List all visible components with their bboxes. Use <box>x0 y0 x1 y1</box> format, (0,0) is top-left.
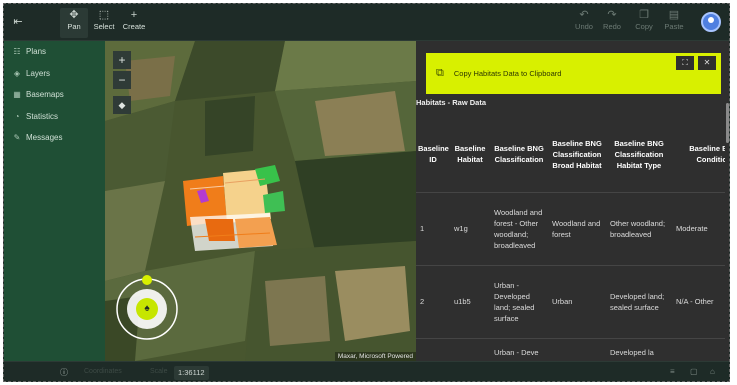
table-cell: 1 <box>416 192 450 266</box>
copy-banner-label: Copy Habitats Data to Clipboard <box>453 69 562 78</box>
exit-button[interactable]: ⇤ <box>8 8 28 38</box>
table-cell <box>416 338 450 361</box>
zoom-in-button[interactable]: + <box>113 51 131 69</box>
sidebar: ☷ Plans ◈ Layers ▦ Basemaps ◔ Statistics… <box>4 41 105 361</box>
scale-label: Scale <box>150 368 168 375</box>
select-box-icon: ⬚ <box>98 9 110 21</box>
undo-label: Undo <box>575 22 593 31</box>
table-cell: Urban - Deve <box>490 338 548 361</box>
table-cell: Other woodland; broadleaved <box>606 192 672 266</box>
table-cell: Moderate <box>672 192 725 266</box>
table-cell: w1g <box>450 192 490 266</box>
panel-scrollbar[interactable] <box>726 103 729 143</box>
paste-label: Paste <box>664 22 684 31</box>
table-cell <box>548 338 606 361</box>
copy-icon: ❐ <box>639 9 649 21</box>
habitats-panel: ⧉ Copy Habitats Data to Clipboard ⛶ ✕ Ha… <box>416 41 729 361</box>
table-cell: Developed la <box>606 338 672 361</box>
redo-icon: ↷ <box>607 9 617 21</box>
pan-label: Pan <box>67 22 81 31</box>
table-cell: Urban <box>548 265 606 339</box>
sidebar-item-label: Statistics <box>26 111 59 121</box>
sidebar-item-plans[interactable]: ☷ Plans <box>4 41 105 63</box>
grid-icon[interactable]: ▢ <box>690 367 698 376</box>
sidebar-item-messages[interactable]: ✎ Messages <box>4 127 105 149</box>
close-icon: ✕ <box>703 58 711 67</box>
column-header[interactable]: Baseline BNG Classification <box>490 117 548 193</box>
sidebar-item-label: Messages <box>26 133 63 143</box>
satellite-imagery <box>105 41 416 361</box>
column-header[interactable]: Baseline BNG Classification Habitat Type <box>606 117 672 193</box>
scale-value[interactable]: 1:36112 <box>174 366 209 380</box>
map-attribution: Maxar, Microsoft Powered <box>334 352 416 361</box>
expand-panel-button[interactable]: ⛶ <box>676 56 694 70</box>
table-row[interactable]: Urban - Deve Developed la <box>416 338 725 361</box>
sidebar-item-label: Layers <box>26 68 51 78</box>
create-label: Create <box>122 22 146 31</box>
column-header[interactable]: Baseline Habitat <box>450 117 490 193</box>
column-header[interactable]: Baseline BNG Classification Broad Habita… <box>548 117 606 193</box>
plans-icon: ☷ <box>13 47 21 57</box>
basemaps-icon: ▦ <box>13 90 21 100</box>
coordinates-label: Coordinates <box>84 368 122 375</box>
sidebar-item-statistics[interactable]: ◔ Statistics <box>4 106 105 128</box>
table-cell: Developed land; sealed surface <box>606 265 672 339</box>
undo-button[interactable]: ↶ Undo <box>572 8 596 38</box>
paste-icon: ▤ <box>668 9 680 21</box>
top-toolbar: ⇤ ✥ Pan ⬚ Select + Create ↶ Undo ↷ Redo … <box>4 4 729 41</box>
paste-button[interactable]: ▤ Paste <box>662 8 686 38</box>
copy-label: Copy <box>635 22 653 31</box>
user-avatar[interactable] <box>701 12 721 32</box>
table-cell: Urban - Developed land; sealed surface <box>490 265 548 339</box>
app-window: ⇤ ✥ Pan ⬚ Select + Create ↶ Undo ↷ Redo … <box>3 3 730 382</box>
sidebar-item-layers[interactable]: ◈ Layers <box>4 63 105 85</box>
sidebar-item-label: Basemaps <box>26 90 64 100</box>
sidebar-item-label: Plans <box>26 47 47 57</box>
home-extent-button[interactable]: ◆ <box>113 96 131 114</box>
layers-icon: ◈ <box>13 68 21 78</box>
map-view[interactable]: + − ◆ ♠ Maxar, Microsoft Powered <box>105 41 416 361</box>
table-cell: 2 <box>416 265 450 339</box>
expand-icon: ⛶ <box>682 58 688 67</box>
copy-icon: ⧉ <box>436 67 444 79</box>
table-row[interactable]: 2 u1b5 Urban - Developed land; sealed su… <box>416 265 725 339</box>
table-row[interactable]: 1 w1g Woodland and forest - Other woodla… <box>416 192 725 266</box>
redo-label: Redo <box>603 22 621 31</box>
select-label: Select <box>93 22 115 31</box>
panel-title: Habitats - Raw Data <box>416 98 487 107</box>
plus-icon: + <box>130 9 138 21</box>
sidebar-item-basemaps[interactable]: ▦ Basemaps <box>4 84 105 106</box>
copy-button[interactable]: ❐ Copy <box>632 8 656 38</box>
move-icon: ✥ <box>69 9 79 21</box>
filter-icon[interactable]: ≡ <box>670 367 675 376</box>
habitats-table: Baseline ID Baseline Habitat Baseline BN… <box>416 117 725 361</box>
statistics-icon: ◔ <box>14 111 20 121</box>
exit-icon: ⇤ <box>13 16 23 28</box>
column-header[interactable]: Baseline ID <box>416 117 450 193</box>
table-header-row: Baseline ID Baseline Habitat Baseline BN… <box>416 117 725 193</box>
status-bar: ⓘ Coordinates Scale 1:36112 ≡ ▢ ⌂ <box>4 361 729 381</box>
column-header[interactable]: Baseline BNG Condition <box>672 117 725 193</box>
redo-button[interactable]: ↷ Redo <box>600 8 624 38</box>
table-cell: N/A - Other <box>672 265 725 339</box>
table-cell <box>672 338 725 361</box>
home-icon: ◆ <box>118 100 126 110</box>
create-button[interactable]: + Create <box>120 8 148 38</box>
close-panel-button[interactable]: ✕ <box>698 56 716 70</box>
compass-icon[interactable]: ♠ <box>143 303 151 315</box>
table-cell <box>450 338 490 361</box>
messages-icon: ✎ <box>13 133 21 143</box>
table-cell: Woodland and forest - Other woodland; br… <box>490 192 548 266</box>
table-cell: u1b5 <box>450 265 490 339</box>
pan-button[interactable]: ✥ Pan <box>60 8 88 38</box>
lock-icon[interactable]: ⌂ <box>710 367 715 376</box>
zoom-out-button[interactable]: − <box>113 71 131 89</box>
select-button[interactable]: ⬚ Select <box>90 8 118 38</box>
info-icon[interactable]: ⓘ <box>60 367 68 378</box>
undo-icon: ↶ <box>579 9 589 21</box>
table-cell: Woodland and forest <box>548 192 606 266</box>
